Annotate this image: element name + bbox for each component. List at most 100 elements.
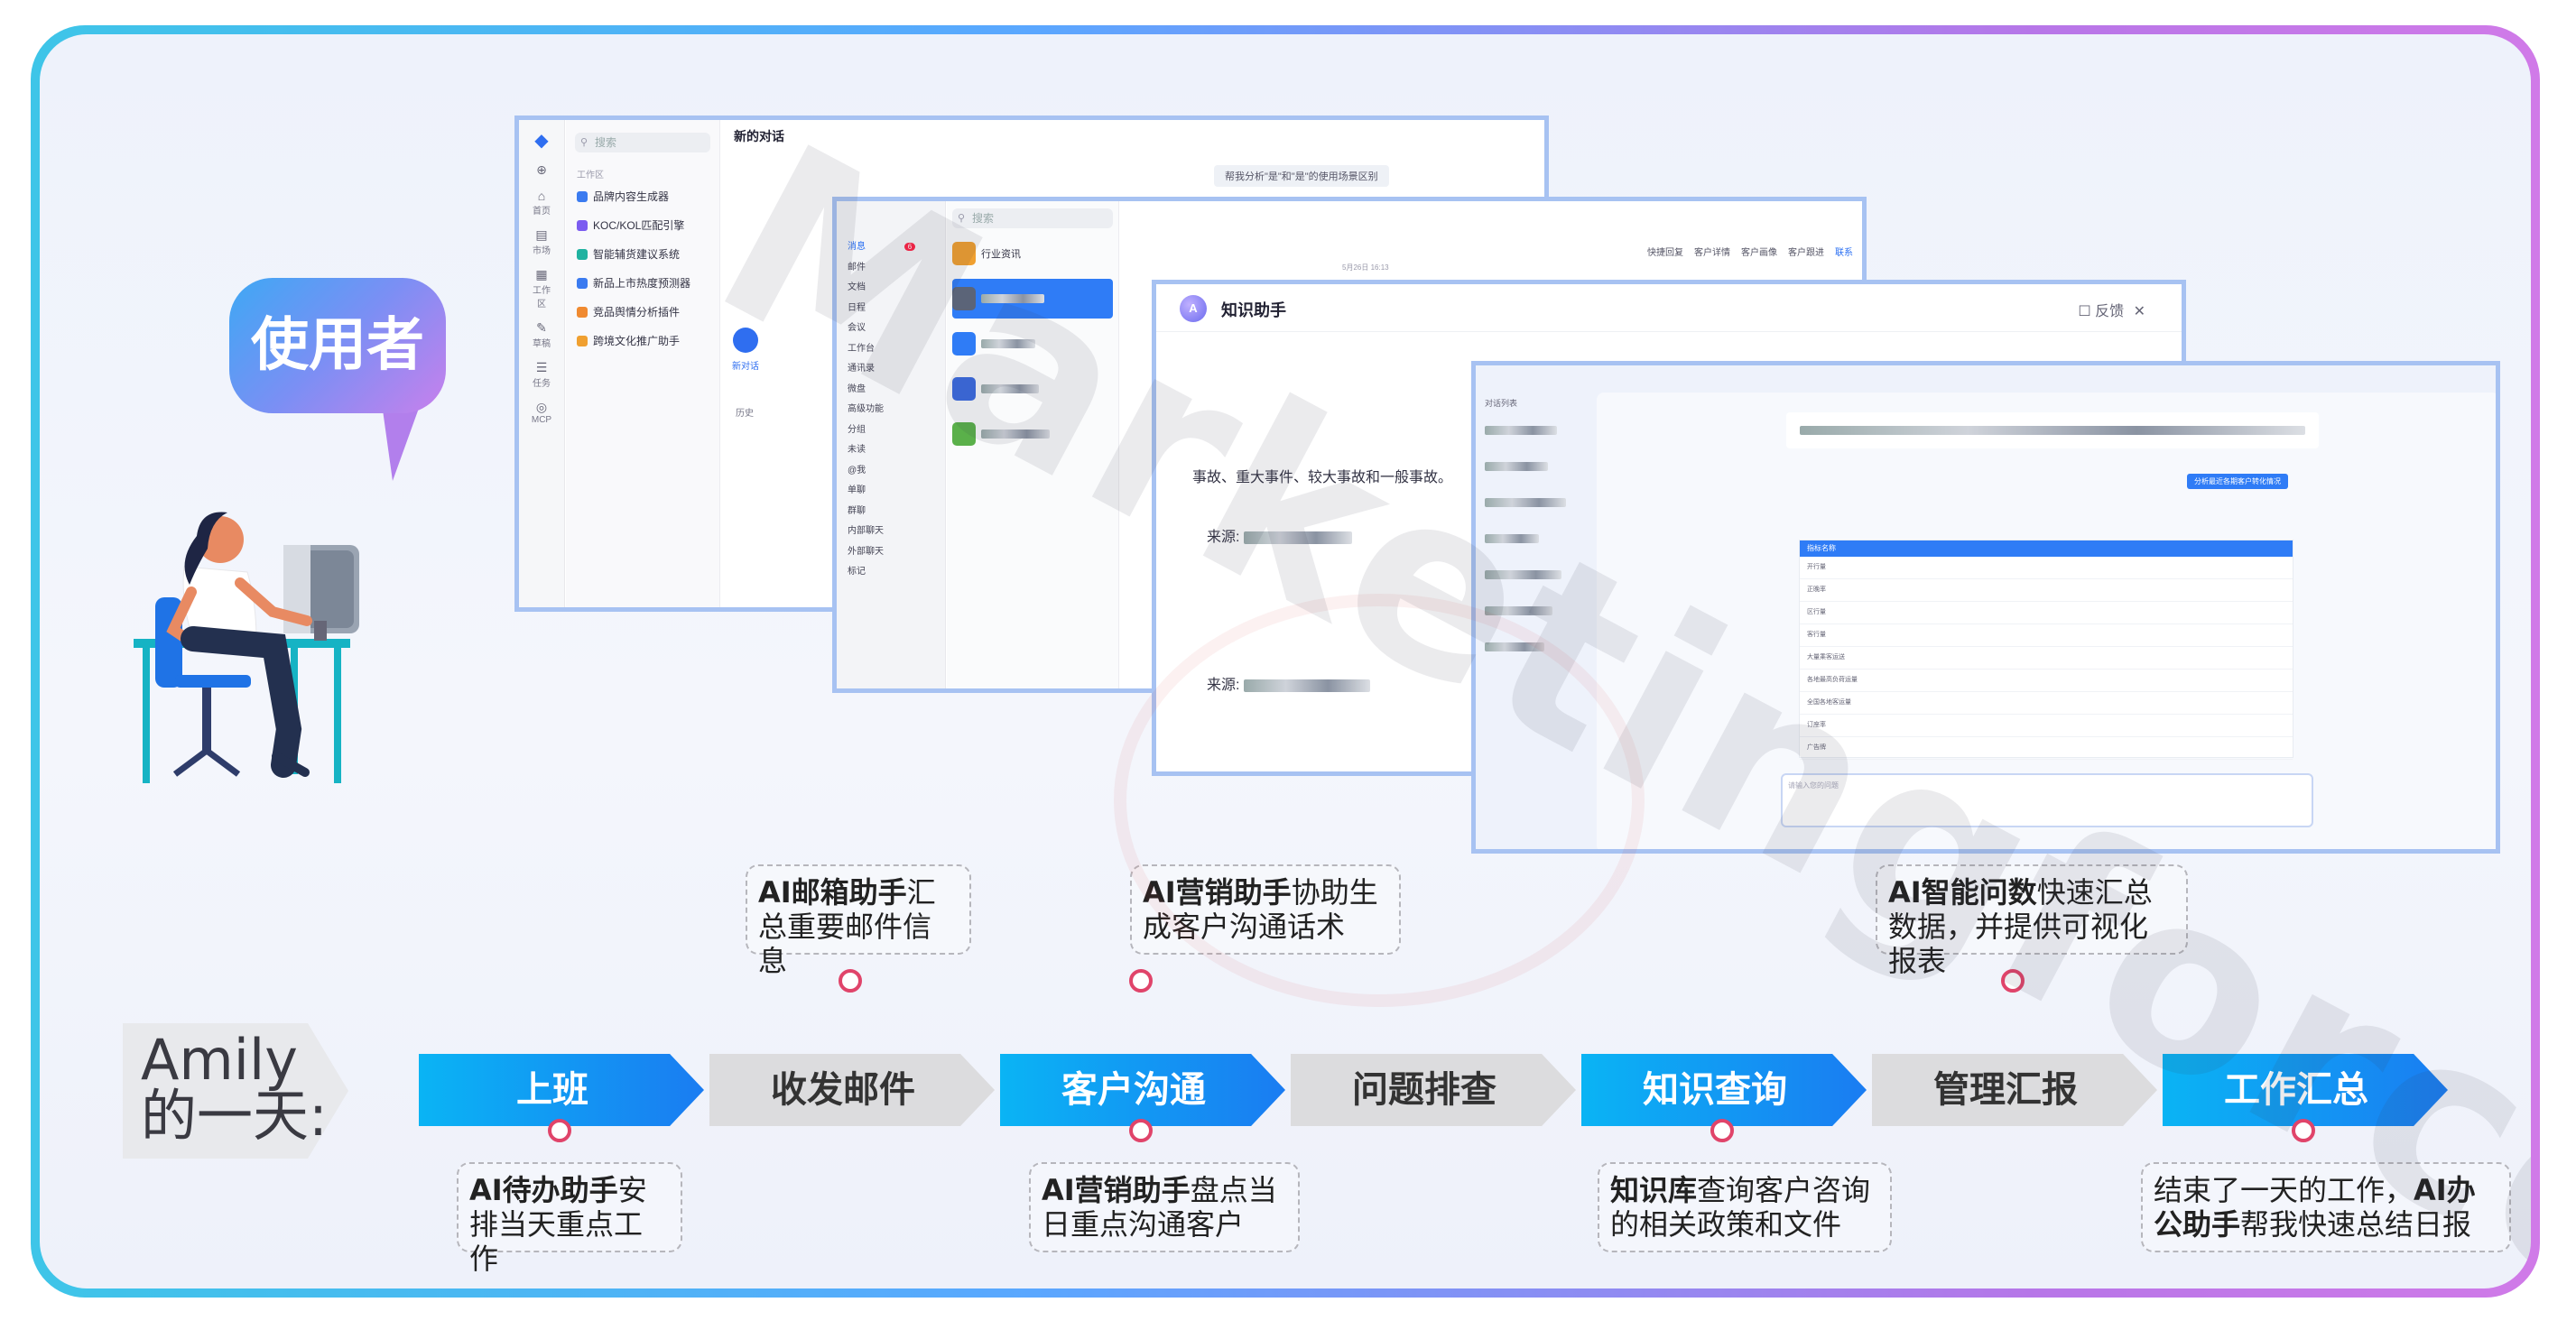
outer-frame: 使用者 ◆ ⊕ ⌂ 首页 ▤ 市场 ▦ 工作区 ✎ 草稿 ☰ 任务 ◎ MCP … <box>31 25 2540 1298</box>
data-table: 指标名称 开行量 正晚率 区行量 客行量 大量乘客运送 各地最高负荷运量 全国各… <box>1799 540 2293 760</box>
rail-tasks[interactable]: ☰ 任务 <box>530 360 553 389</box>
nav-sidebar: 消息 6 邮件 文档 日程 会议 工作台 通讯录 微盘 高级功能 分组 未读 @… <box>837 201 946 688</box>
sidebar-title: 对话列表 <box>1485 399 1518 408</box>
tab[interactable]: 联系 <box>1835 245 1853 258</box>
assistant-avatar-icon <box>733 328 758 353</box>
workspace-item[interactable]: 新品上市热度预测器 <box>566 269 719 298</box>
nav-item[interactable]: 日程 <box>837 299 945 319</box>
workspace-item[interactable]: 品牌内容生成器 <box>566 182 719 211</box>
header: A 知识助手 ☐ 反馈 ✕ <box>1156 284 2182 332</box>
tab[interactable]: 客户跟进 <box>1788 245 1824 258</box>
question-input[interactable]: 请输入您的问题 <box>1781 773 2313 827</box>
nav-item[interactable]: 通讯录 <box>837 359 945 380</box>
table-row: 大量乘客运送 <box>1800 647 2293 670</box>
message-date: 5月26日 16:13 <box>1342 263 1389 272</box>
list-item[interactable] <box>1476 522 1593 559</box>
answer-text: 事故、重大事件、较大事故和一般事故。 <box>1192 470 1453 485</box>
nav-item[interactable]: 未读 <box>837 440 945 461</box>
table-row: 全国各地客运量 <box>1800 692 2293 715</box>
nav-item[interactable]: 会议 <box>837 319 945 339</box>
search-input[interactable]: 搜索 <box>952 208 1113 228</box>
rail-market[interactable]: ▤ 市场 <box>530 227 553 256</box>
tab[interactable]: 快捷回复 <box>1647 245 1683 258</box>
close-icon[interactable]: ✕ <box>2134 304 2145 319</box>
list-item[interactable] <box>952 369 1113 409</box>
add-icon[interactable]: ⊕ <box>530 162 553 178</box>
nav-item[interactable]: @我 <box>837 461 945 482</box>
timeline-dot <box>1129 1119 1153 1142</box>
timeline-dot <box>2292 1119 2315 1142</box>
nav-item[interactable]: 外部聊天 <box>837 542 945 563</box>
new-chat-button[interactable]: 新对话 <box>732 328 759 372</box>
timeline-title: Amily 的一天: <box>123 1023 348 1159</box>
table-row: 订座率 <box>1800 715 2293 737</box>
rail-home[interactable]: ⌂ 首页 <box>530 189 553 217</box>
nav-item[interactable]: 文档 <box>837 278 945 299</box>
tab[interactable]: 客户详情 <box>1694 245 1730 258</box>
app-logo-icon: ◆ <box>534 131 549 151</box>
user-bubble: 使用者 <box>229 278 446 413</box>
timeline-dot <box>839 969 862 993</box>
list-item[interactable] <box>952 414 1113 454</box>
step-troubleshooting: 问题排查 <box>1291 1054 1576 1126</box>
history-button[interactable]: 历史 <box>736 405 754 419</box>
workspace-item[interactable]: 跨境文化推广助手 <box>566 327 719 356</box>
watermark-ring <box>1114 594 1645 1007</box>
step-management-report: 管理汇报 <box>1872 1054 2157 1126</box>
note-daily-summary: 结束了一天的工作，AI办公助手帮我快速总结日报 <box>2141 1162 2511 1252</box>
tab[interactable]: 客户画像 <box>1741 245 1777 258</box>
user-question: 分析最近各期客户转化情况 <box>2187 474 2288 489</box>
canvas: 使用者 ◆ ⊕ ⌂ 首页 ▤ 市场 ▦ 工作区 ✎ 草稿 ☰ 任务 ◎ MCP … <box>40 34 2531 1288</box>
rail-workspace[interactable]: ▦ 工作区 <box>530 267 553 309</box>
workspace-item[interactable]: 智能辅货建议系统 <box>566 240 719 269</box>
prompt-suggestion[interactable]: 帮我分析"是"和"是"的使用场景区别 <box>1214 165 1389 187</box>
step-work-summary: 工作汇总 <box>2163 1054 2448 1126</box>
step-knowledge-query: 知识查询 <box>1581 1054 1867 1126</box>
metric-chip-row <box>1786 412 2319 448</box>
nav-item[interactable]: 标记 <box>837 562 945 583</box>
avatar <box>952 377 976 401</box>
list-item[interactable] <box>952 324 1113 364</box>
avatar <box>952 422 976 446</box>
window-title: 知识助手 <box>1221 301 1286 319</box>
search-input[interactable]: 搜索 <box>575 133 710 152</box>
table-row: 开行量 <box>1800 557 2293 579</box>
unread-badge: 6 <box>903 243 916 251</box>
list-item[interactable] <box>1476 486 1593 522</box>
note-todo-assistant: AI待办助手安排当天重点工作 <box>457 1162 682 1276</box>
note-marketing-review: AI营销助手盘点当日重点沟通客户 <box>1029 1162 1300 1252</box>
nav-item[interactable]: 邮件 <box>837 258 945 279</box>
timeline-dot <box>548 1119 571 1142</box>
list-item[interactable] <box>1476 414 1593 450</box>
feedback-button[interactable]: ☐ 反馈 ✕ <box>2078 299 2145 320</box>
nav-item[interactable]: 高级功能 <box>837 400 945 420</box>
nav-item[interactable]: 群聊 <box>837 502 945 522</box>
workspace-item[interactable]: KOC/KOL匹配引擎 <box>566 211 719 240</box>
avatar <box>952 332 976 356</box>
nav-group-label: 分组 <box>848 424 866 435</box>
rail-mcp[interactable]: ◎ MCP <box>530 400 553 425</box>
list-item[interactable] <box>952 279 1113 319</box>
assistant-logo-icon: A <box>1180 295 1207 322</box>
nav-item[interactable]: 内部聊天 <box>837 522 945 542</box>
conversation-title: 新的对话 <box>734 129 784 143</box>
avatar <box>952 287 976 310</box>
person-at-desk-illustration <box>134 512 359 783</box>
nav-item[interactable]: 消息 6 <box>837 237 945 258</box>
rail-drafts[interactable]: ✎ 草稿 <box>530 320 553 349</box>
table-row: 客行量 <box>1800 624 2293 647</box>
step-customer-communication: 客户沟通 <box>1000 1054 1285 1126</box>
conversation-list: 搜索 行业资讯 <box>947 201 1119 688</box>
list-item[interactable]: 行业资讯 <box>952 234 1113 273</box>
nav-item[interactable]: 单聊 <box>837 481 945 502</box>
nav-item[interactable]: 工作台 <box>837 339 945 360</box>
note-knowledge-base: 知识库查询客户咨询的相关政策和文件 <box>1598 1162 1892 1252</box>
list-item[interactable] <box>1476 559 1593 595</box>
list-item[interactable] <box>1476 450 1593 486</box>
nav-item[interactable]: 微盘 <box>837 380 945 401</box>
app-rail: ◆ ⊕ ⌂ 首页 ▤ 市场 ▦ 工作区 ✎ 草稿 ☰ 任务 ◎ MCP <box>519 120 565 607</box>
step-email: 收发邮件 <box>709 1054 995 1126</box>
source-label: 来源: <box>1207 524 1352 546</box>
step-clock-in: 上班 <box>419 1054 704 1126</box>
workspace-item[interactable]: 竞品舆情分析插件 <box>566 298 719 327</box>
